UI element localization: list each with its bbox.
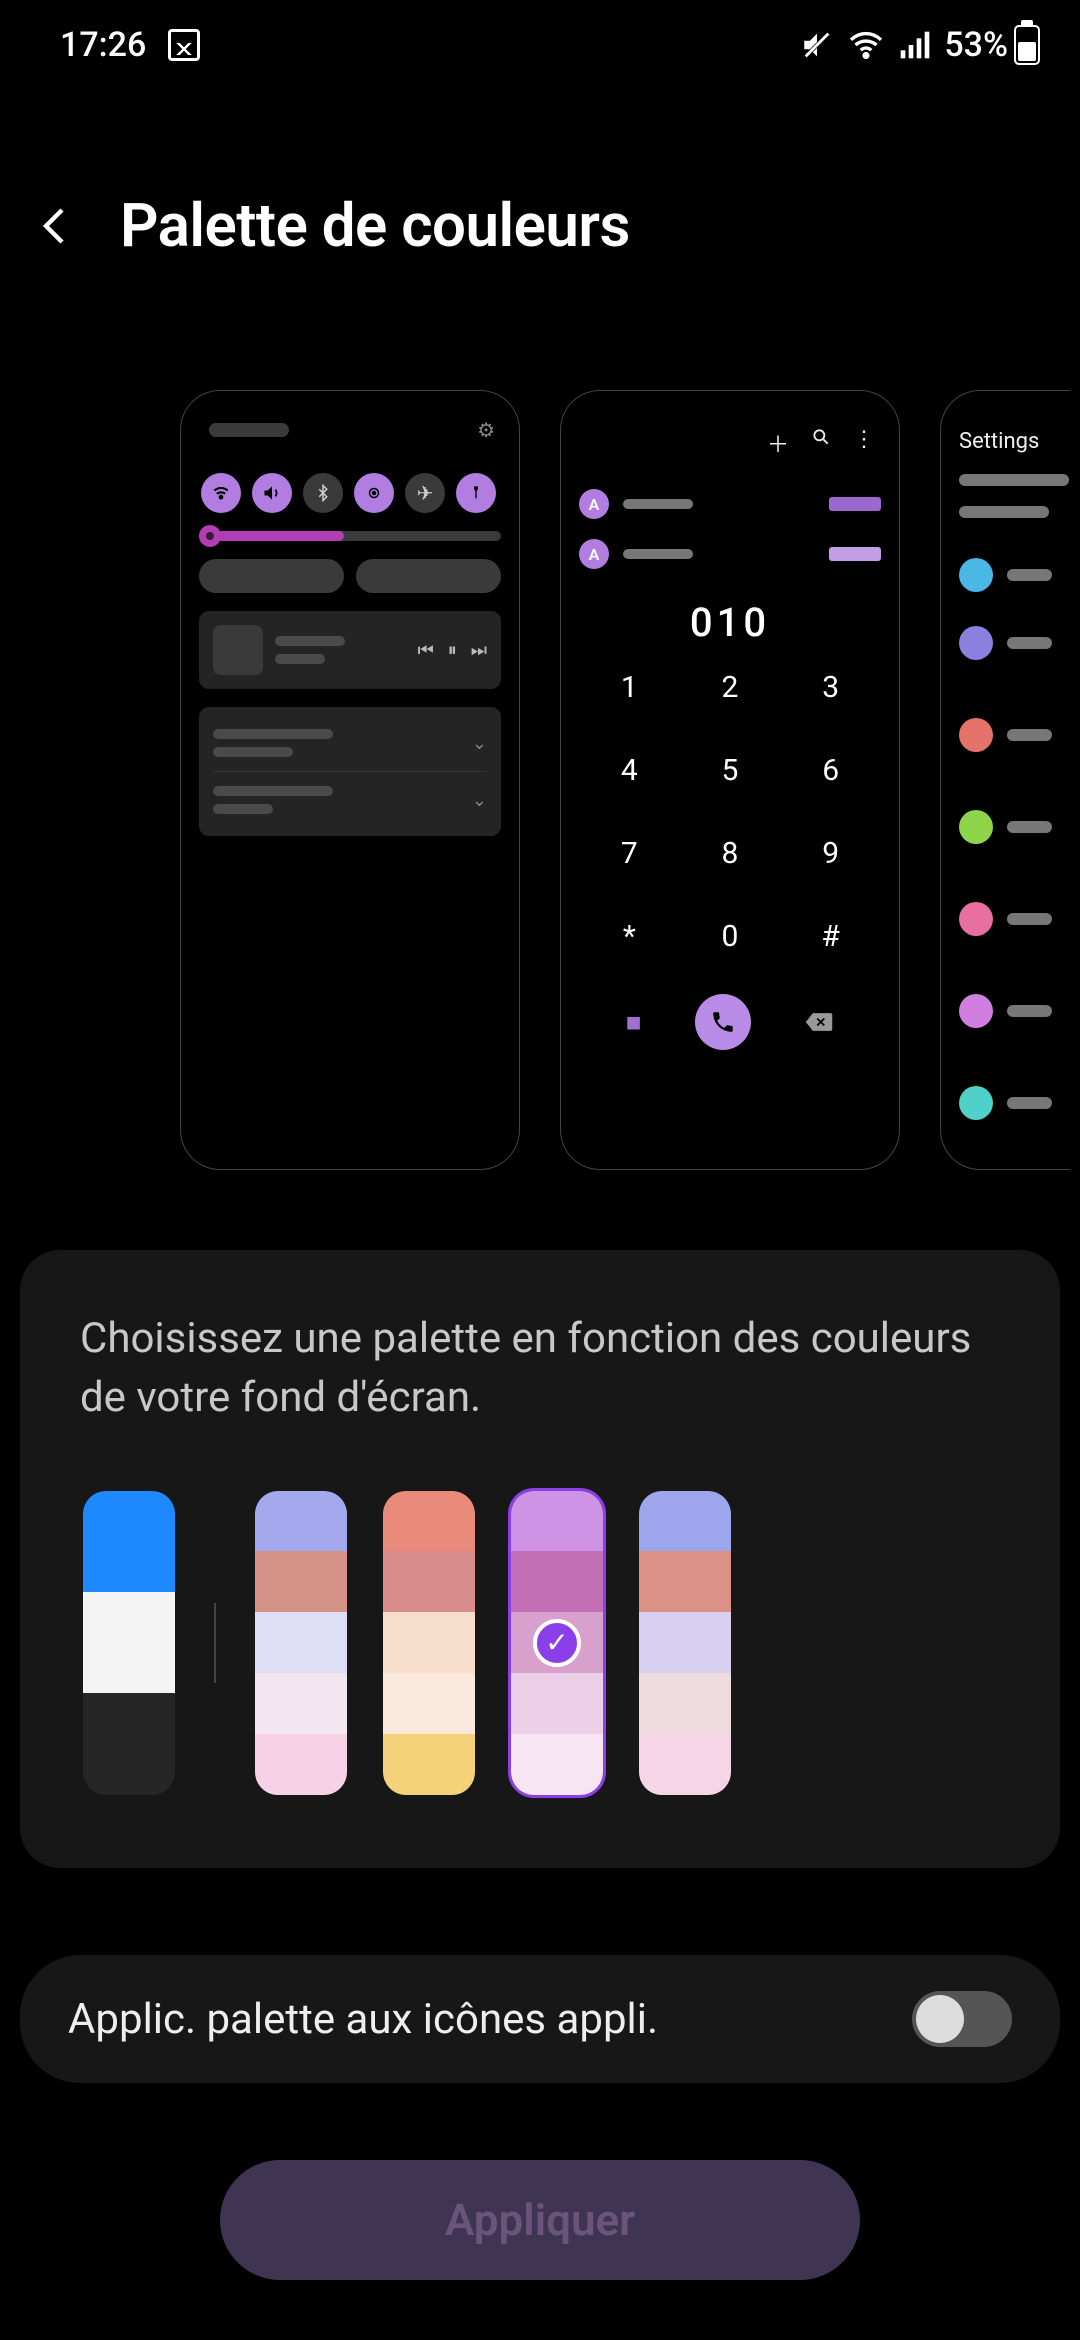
battery-indicator: 53% (944, 25, 1040, 65)
preview-dialer: ＋ ⋮ A A 010 123 456 789 *0# ■ (560, 390, 900, 1170)
dialer-key: 3 (780, 670, 881, 705)
airplane-toggle-icon: ✈ (405, 473, 445, 513)
brightness-slider (199, 531, 501, 541)
preview-quick-panel: ⚙ ✈ ⏮ ⏸ ⏭ ⌄ ⌄ (180, 390, 520, 1170)
vertical-divider (214, 1603, 216, 1683)
bluetooth-toggle-icon (303, 473, 343, 513)
settings-list-item (959, 626, 1052, 660)
dialer-key: 0 (680, 919, 781, 954)
dialer-keypad: 123 456 789 *0# (579, 670, 881, 954)
check-icon: ✓ (533, 1619, 581, 1667)
title-bar: Palette de couleurs (32, 190, 630, 261)
preview-carousel[interactable]: ⚙ ✈ ⏮ ⏸ ⏭ ⌄ ⌄ ＋ (180, 390, 1080, 1190)
pause-icon: ⏸ (448, 640, 457, 661)
call-button-icon (695, 994, 751, 1050)
video-call-icon: ■ (626, 1007, 642, 1038)
chevron-down-icon: ⌄ (472, 733, 487, 754)
dialer-key: 7 (579, 836, 680, 871)
back-icon[interactable] (32, 202, 80, 250)
gear-icon: ⚙ (477, 420, 495, 440)
settings-list-item (959, 558, 1052, 592)
settings-list-item (959, 994, 1052, 1028)
settings-list-item (959, 718, 1052, 752)
palette-swatch[interactable]: ✓ (508, 1488, 606, 1798)
dialer-key: * (579, 919, 680, 954)
media-widget: ⏮ ⏸ ⏭ (199, 611, 501, 689)
toggle-label: Applic. palette aux icônes appli. (68, 1995, 658, 2044)
search-icon (811, 427, 831, 459)
location-toggle-icon (354, 473, 394, 513)
page-title: Palette de couleurs (120, 190, 630, 261)
backspace-icon (804, 1010, 834, 1034)
settings-list-item (959, 902, 1052, 936)
avatar: A (579, 539, 609, 569)
vibrate-mute-icon (800, 28, 834, 62)
wifi-toggle-icon (201, 473, 241, 513)
dialer-key: 2 (680, 670, 781, 705)
battery-percent: 53% (944, 25, 1008, 65)
next-icon: ⏭ (471, 640, 487, 661)
dialer-key: 5 (680, 753, 781, 788)
palette-swatch[interactable] (636, 1488, 734, 1798)
flashlight-toggle-icon (456, 473, 496, 513)
prev-icon: ⏮ (418, 640, 434, 661)
battery-icon (1014, 25, 1040, 65)
toggle-switch[interactable] (912, 1991, 1012, 2047)
palette-swatch[interactable] (80, 1488, 178, 1798)
palette-swatch[interactable] (380, 1488, 478, 1798)
plus-icon: ＋ (767, 427, 789, 459)
apply-button[interactable]: Appliquer (220, 2160, 860, 2280)
apply-to-app-icons-row[interactable]: Applic. palette aux icônes appli. (20, 1955, 1060, 2083)
avatar: A (579, 489, 609, 519)
status-time: 17:26 (60, 25, 146, 65)
status-bar: 17:26 53% (0, 0, 1080, 90)
more-icon: ⋮ (853, 427, 875, 459)
palette-description: Choisissez une palette en fonction des c… (80, 1310, 1000, 1428)
settings-title: Settings (959, 429, 1052, 454)
dialer-key: 8 (680, 836, 781, 871)
screenshot-indicator-icon (168, 29, 200, 61)
settings-list-item (959, 1086, 1052, 1120)
dialer-key: 1 (579, 670, 680, 705)
dialer-key: 6 (780, 753, 881, 788)
sound-toggle-icon (252, 473, 292, 513)
palette-panel: Choisissez une palette en fonction des c… (20, 1250, 1060, 1868)
wifi-icon (848, 27, 884, 63)
palette-swatch[interactable] (252, 1488, 350, 1798)
cell-signal-icon (898, 29, 930, 61)
dialer-input: 010 (579, 599, 881, 646)
swatch-row: ✓ (80, 1488, 1000, 1798)
dialer-key: 9 (780, 836, 881, 871)
dialer-key: # (780, 919, 881, 954)
settings-list-item (959, 810, 1052, 844)
chevron-down-icon: ⌄ (472, 790, 487, 811)
dialer-key: 4 (579, 753, 680, 788)
preview-settings: Settings (940, 390, 1070, 1170)
